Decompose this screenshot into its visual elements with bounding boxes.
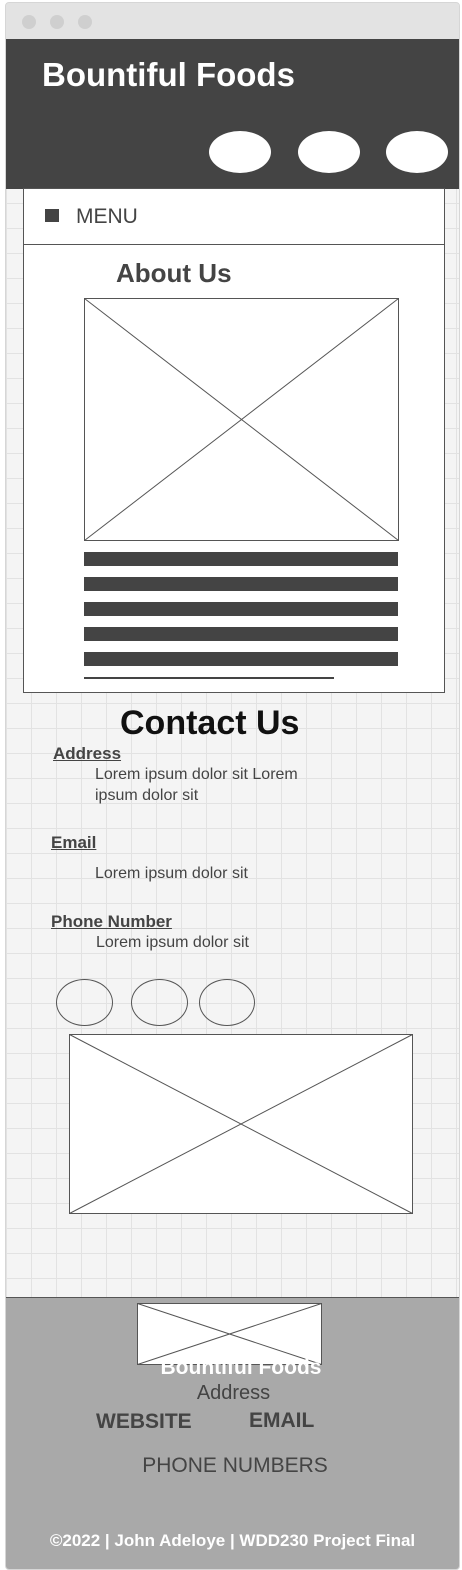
footer-email-link[interactable]: EMAIL xyxy=(249,1409,314,1433)
header-nav-oval-3[interactable] xyxy=(386,131,448,173)
address-text-line-1: Lorem ipsum dolor sit Lorem xyxy=(95,766,298,783)
menu-label[interactable]: MENU xyxy=(76,204,138,230)
footer-copyright: ©2022 | John Adeloye | WDD230 Project Fi… xyxy=(49,1531,416,1550)
email-text: Lorem ipsum dolor sit xyxy=(95,865,248,882)
address-label[interactable]: Address xyxy=(53,744,121,764)
text-placeholder-line-4 xyxy=(84,627,398,641)
footer-brand: Bountiful Foods xyxy=(160,1356,322,1379)
window-maximize-dot[interactable] xyxy=(78,15,92,29)
menu-bar[interactable]: MENU xyxy=(24,189,444,245)
footer-address: Address xyxy=(196,1382,271,1404)
contact-title: Contact Us xyxy=(120,704,300,742)
window-minimize-dot[interactable] xyxy=(50,15,64,29)
address-text-line-2: ipsum dolor sit xyxy=(95,787,199,804)
text-placeholder-line-2 xyxy=(84,577,398,591)
site-header: Bountiful Foods xyxy=(6,39,459,189)
browser-window: Bountiful Foods MENU About Us Contact Us… xyxy=(5,2,460,1570)
phone-label[interactable]: Phone Number xyxy=(51,912,172,932)
footer-phone-numbers: PHONE NUMBERS xyxy=(142,1454,328,1477)
social-icon-1[interactable] xyxy=(56,979,113,1026)
phone-text: Lorem ipsum dolor sit xyxy=(96,934,249,951)
window-close-dot[interactable] xyxy=(22,15,36,29)
site-title[interactable]: Bountiful Foods xyxy=(42,55,295,95)
footer-website-link[interactable]: WEBSITE xyxy=(96,1410,192,1434)
header-nav-oval-1[interactable] xyxy=(209,131,271,173)
text-placeholder-line-1 xyxy=(84,552,398,566)
text-placeholder-line-5 xyxy=(84,652,398,666)
about-image-placeholder xyxy=(84,298,399,541)
email-label[interactable]: Email xyxy=(51,833,96,853)
main-content-box: MENU About Us xyxy=(23,188,445,693)
menu-icon[interactable] xyxy=(45,209,59,222)
site-footer: Bountiful Foods Address WEBSITE EMAIL PH… xyxy=(6,1297,459,1569)
social-icon-2[interactable] xyxy=(131,979,188,1026)
about-title: About Us xyxy=(116,258,232,288)
social-icon-3[interactable] xyxy=(199,979,255,1026)
map-image-placeholder xyxy=(69,1034,413,1214)
browser-titlebar xyxy=(6,3,459,39)
text-placeholder-line-3 xyxy=(84,602,398,616)
header-nav-oval-2[interactable] xyxy=(298,131,360,173)
text-placeholder-rule xyxy=(84,677,334,679)
